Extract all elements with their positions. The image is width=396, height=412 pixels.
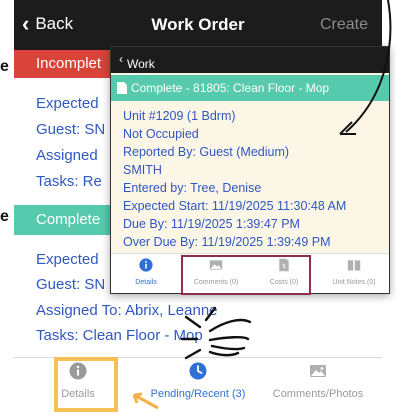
orange-arrow-icon [135,394,159,410]
curved-arrow-icon [345,0,392,133]
annotation-layer [132,0,392,410]
tap-hand-icon [180,306,252,360]
